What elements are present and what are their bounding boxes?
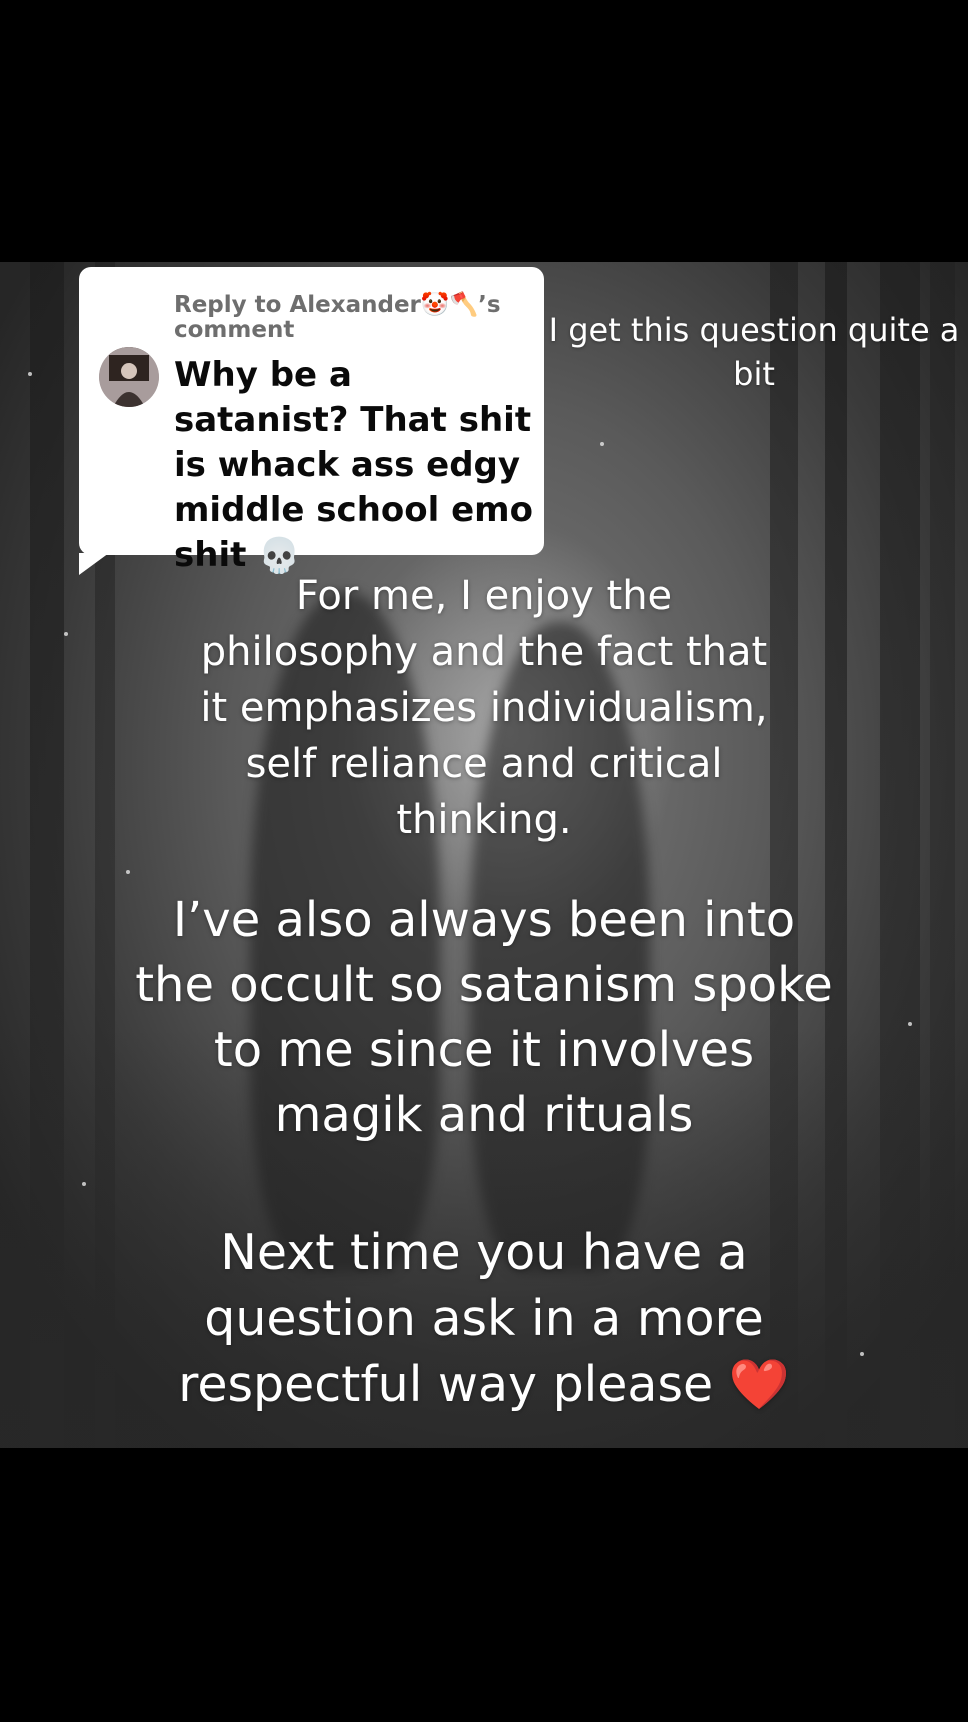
snow-speck <box>64 632 68 636</box>
reply-question-text: Why be a satanist? That shit is whack as… <box>174 355 533 575</box>
reply-comment-card[interactable]: Reply to Alexander🤡🪓’s comment Why be a … <box>79 267 544 576</box>
snow-speck <box>28 372 32 376</box>
snow-speck <box>82 1182 86 1186</box>
caption-paragraph-3: Next time you have a question ask in a m… <box>134 1220 834 1418</box>
reply-header: Reply to Alexander🤡🪓’s comment <box>174 292 501 343</box>
caption-side-note: I get this question quite a bit <box>548 311 960 393</box>
snow-speck <box>126 870 130 874</box>
snow-speck <box>908 1022 912 1026</box>
reply-question: Why be a satanist? That shit is whack as… <box>174 353 534 579</box>
snow-speck <box>860 1352 864 1356</box>
avatar-icon <box>99 347 159 407</box>
snow-speck <box>600 442 604 446</box>
caption-paragraph-1: For me, I enjoy the philosophy and the f… <box>200 573 768 843</box>
caption-paragraph-3-text: Next time you have a question ask in a m… <box>178 1224 764 1413</box>
avatar[interactable] <box>99 347 159 407</box>
heart-icon: ❤️ <box>728 1356 790 1413</box>
reply-card-tail <box>79 553 109 575</box>
caption-paragraph-2: I’ve also always been into the occult so… <box>135 892 833 1143</box>
